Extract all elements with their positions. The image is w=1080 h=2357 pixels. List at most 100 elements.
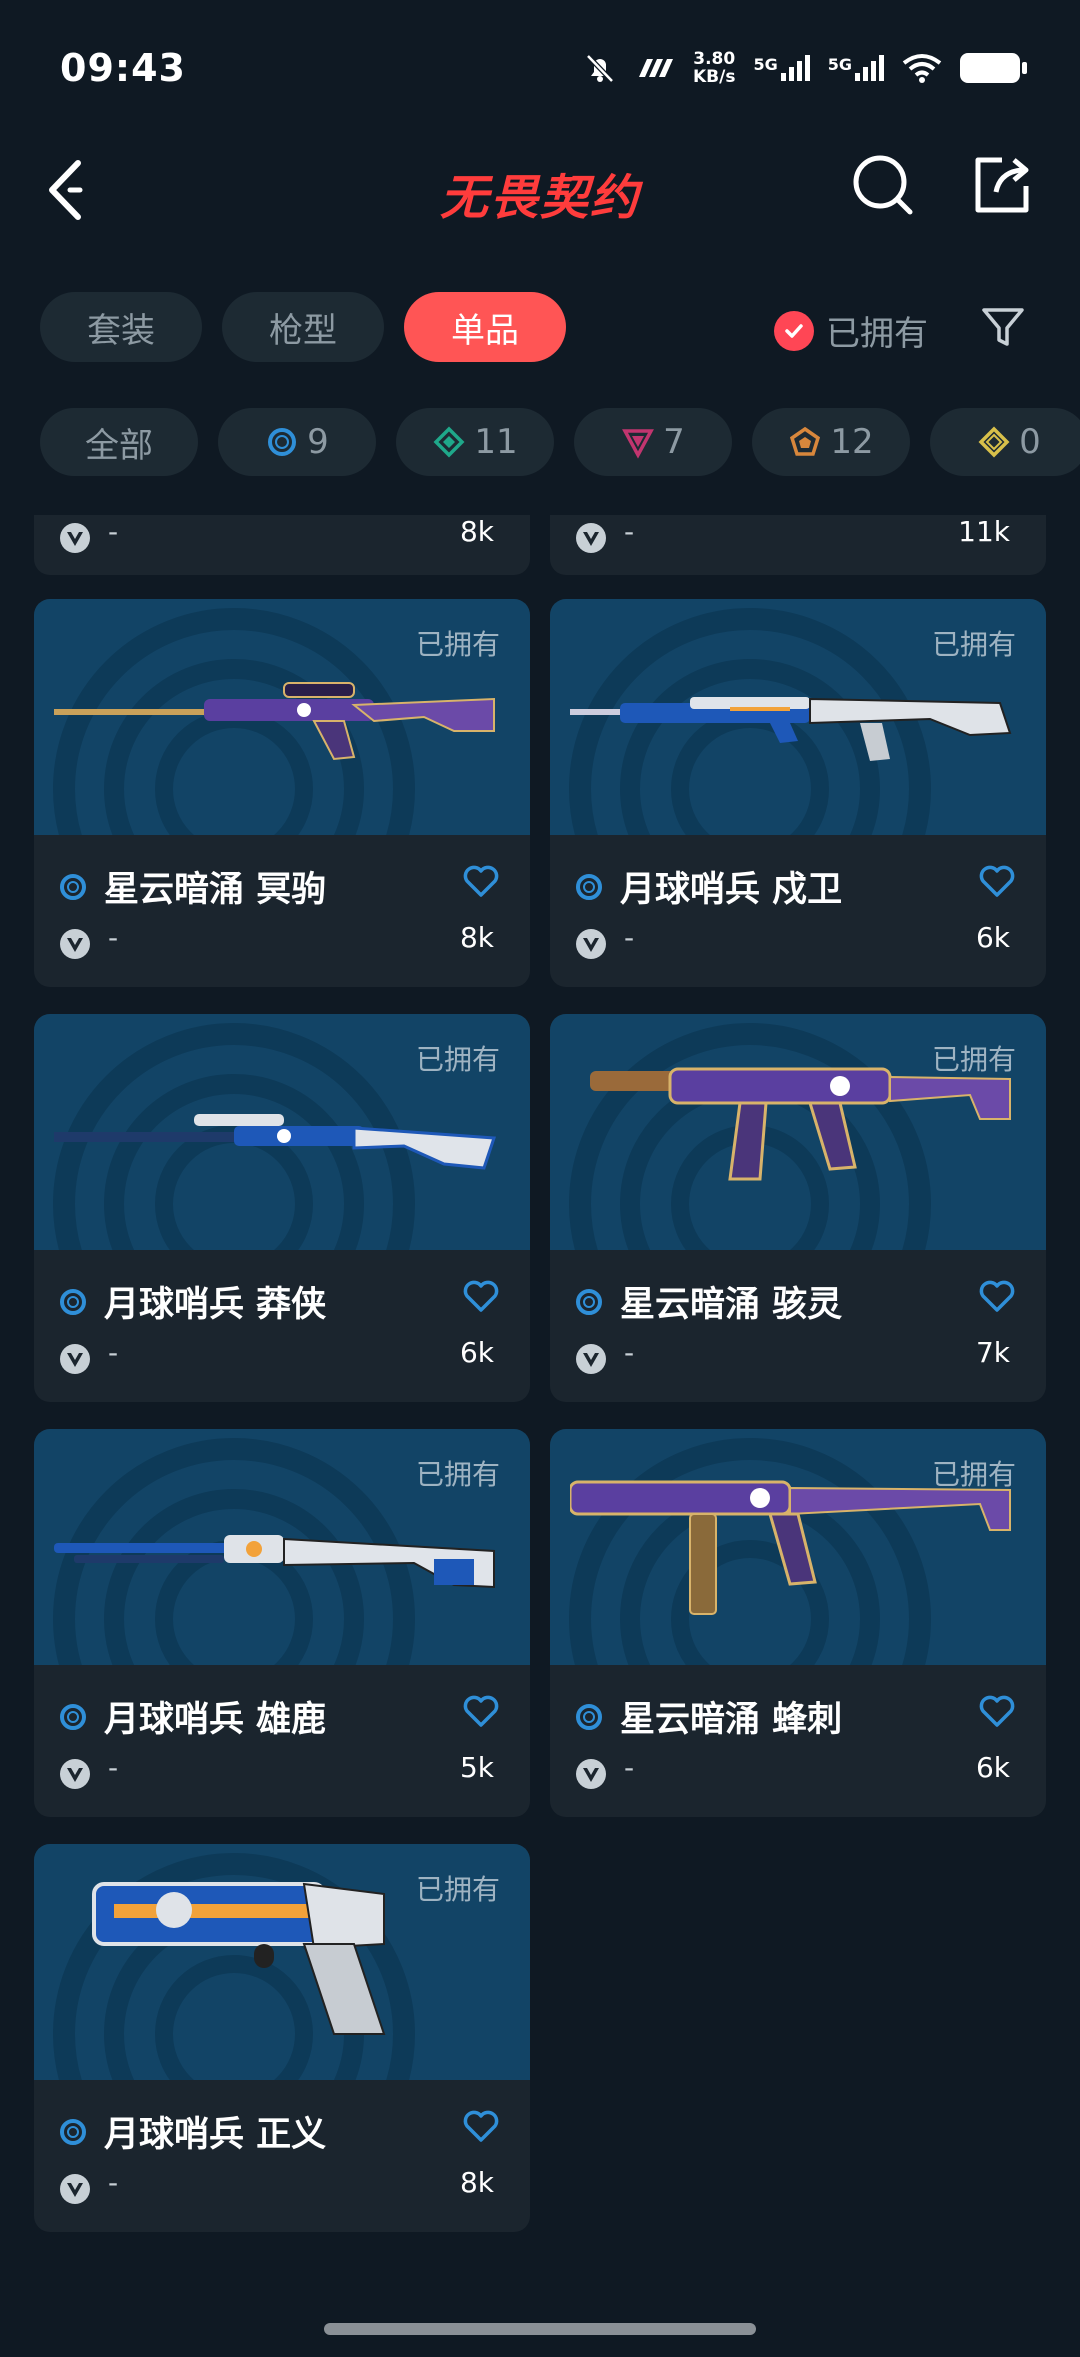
card-price: 8k xyxy=(459,2166,494,2199)
signal-1: 5G xyxy=(753,55,810,81)
tab-weapon-types[interactable]: 枪型 xyxy=(222,292,384,362)
owned-label: 已拥有 xyxy=(415,628,500,661)
status-icons: 3.80 KB/s 5G 5G xyxy=(583,49,1027,87)
skin-image: 已拥有 xyxy=(550,1429,1046,1665)
signal-2: 5G xyxy=(828,55,884,81)
valorant-points-icon xyxy=(60,2174,90,2204)
valorant-points-icon xyxy=(576,523,606,553)
card-name-row: 星云暗涌 冥驹 xyxy=(58,861,326,912)
select-tier-icon xyxy=(576,1288,602,1315)
signal-label: 5G xyxy=(827,55,852,74)
filter-button[interactable] xyxy=(980,304,1026,350)
skin-card[interactable]: 已拥有 星云暗涌 冥驹 - 8k xyxy=(34,599,530,987)
chip-count: 12 xyxy=(830,422,874,462)
battery-icon xyxy=(960,53,1027,83)
chip-count: 0 xyxy=(1019,422,1041,462)
select-tier-icon xyxy=(60,2118,86,2145)
card-dash: - xyxy=(108,1336,119,1369)
favorite-heart-icon[interactable] xyxy=(462,1693,500,1729)
skin-card-partial[interactable]: - 8k xyxy=(34,515,530,575)
owned-filter-label: 已拥有 xyxy=(826,314,928,354)
weapon-skin-image xyxy=(54,1499,504,1613)
favorite-heart-icon[interactable] xyxy=(978,863,1016,899)
tab-single-items[interactable]: 单品 xyxy=(404,292,566,362)
owned-label: 已拥有 xyxy=(931,628,1016,661)
skin-card[interactable]: 已拥有 月球哨兵 雄鹿 - 5k xyxy=(34,1429,530,1817)
tier-chip-all[interactable]: 全部 xyxy=(40,408,198,476)
card-dash: - xyxy=(624,921,635,954)
skin-card[interactable]: 已拥有星云暗涌 蜂刺 - 6k xyxy=(550,1429,1046,1817)
valorant-points-icon xyxy=(576,1344,606,1374)
card-dash: - xyxy=(624,1751,635,1784)
favorite-heart-icon[interactable] xyxy=(462,863,500,899)
skin-card[interactable]: 已拥有月球哨兵 正义 - 8k xyxy=(34,1844,530,2232)
select-tier-icon xyxy=(268,428,297,456)
valorant-points-icon xyxy=(576,929,606,959)
favorite-heart-icon[interactable] xyxy=(462,1278,500,1314)
card-price: 11k xyxy=(958,515,1010,548)
select-tier-icon xyxy=(576,873,602,900)
net-speed-value: 3.80 xyxy=(693,49,736,69)
valorant-points-icon xyxy=(60,523,90,553)
skin-card[interactable]: 已拥有 月球哨兵 莽侠 - 6k xyxy=(34,1014,530,1402)
card-name-row: 星云暗涌 蜂刺 xyxy=(574,1691,842,1742)
category-tabs: 套装 枪型 单品 xyxy=(40,292,566,362)
card-price: 7k xyxy=(975,1336,1010,1369)
tab-bundles[interactable]: 套装 xyxy=(40,292,202,362)
card-price: 6k xyxy=(975,921,1010,954)
valorant-points-icon xyxy=(576,1759,606,1789)
skin-image: 已拥有 xyxy=(34,1429,530,1665)
wifi-icon xyxy=(902,54,942,83)
skin-card[interactable]: 已拥有 月球哨兵 戍卫 - 6k xyxy=(550,599,1046,987)
home-indicator[interactable] xyxy=(324,2323,756,2335)
favorite-heart-icon[interactable] xyxy=(978,1693,1016,1729)
net-speed-unit: KB/s xyxy=(693,67,736,87)
skin-name: 月球哨兵 莽侠 xyxy=(104,1285,327,1325)
search-button[interactable] xyxy=(850,152,916,218)
chip-count: 11 xyxy=(474,422,518,462)
card-price: 8k xyxy=(459,515,494,548)
select-tier-icon xyxy=(60,873,86,900)
skin-card-partial[interactable]: - 11k xyxy=(550,515,1046,575)
tier-chip-select[interactable]: 9 xyxy=(218,408,376,476)
skin-image: 已拥有 xyxy=(550,599,1046,835)
tier-chip-exclusive[interactable]: 12 xyxy=(752,408,910,476)
card-dash: - xyxy=(624,515,635,548)
tier-filter-row: 全部 9 11 7 12 0 xyxy=(40,408,1080,476)
ultra-tier-icon xyxy=(978,426,1010,458)
owned-label: 已拥有 xyxy=(931,1043,1016,1076)
tier-chip-deluxe[interactable]: 11 xyxy=(396,408,554,476)
skin-card[interactable]: 已拥有星云暗涌 骇灵 - 7k xyxy=(550,1014,1046,1402)
app-badge-icon xyxy=(639,59,673,77)
app-logo: 无畏契约 xyxy=(439,170,640,226)
card-dash: - xyxy=(108,515,119,548)
favorite-heart-icon[interactable] xyxy=(978,1278,1016,1314)
card-dash: - xyxy=(624,1336,635,1369)
owned-label: 已拥有 xyxy=(415,1873,500,1906)
select-tier-icon xyxy=(60,1703,86,1730)
deluxe-tier-icon xyxy=(433,426,465,458)
tier-chip-premium[interactable]: 7 xyxy=(574,408,732,476)
tier-chip-ultra[interactable]: 0 xyxy=(930,408,1080,476)
share-button[interactable] xyxy=(968,152,1034,218)
favorite-heart-icon[interactable] xyxy=(462,2108,500,2144)
weapon-skin-image xyxy=(570,1059,1020,1233)
card-name-row: 星云暗涌 骇灵 xyxy=(574,1276,842,1327)
card-name-row: 月球哨兵 正义 xyxy=(58,2106,326,2157)
owned-filter-toggle[interactable]: 已拥有 xyxy=(774,306,928,355)
card-price: 6k xyxy=(975,1751,1010,1784)
weapon-skin-image xyxy=(570,669,1020,783)
valorant-points-icon xyxy=(60,1344,90,1374)
owned-label: 已拥有 xyxy=(415,1458,500,1491)
status-time: 09:43 xyxy=(60,46,186,90)
skin-image: 已拥有 xyxy=(34,599,530,835)
card-price: 8k xyxy=(459,921,494,954)
card-dash: - xyxy=(108,2166,119,2199)
skin-name: 月球哨兵 正义 xyxy=(104,2115,327,2155)
owned-label: 已拥有 xyxy=(415,1043,500,1076)
select-tier-icon xyxy=(576,1703,602,1730)
signal-bars-icon xyxy=(780,55,810,81)
valorant-points-icon xyxy=(60,1759,90,1789)
card-price: 5k xyxy=(459,1751,494,1784)
chip-count: 9 xyxy=(307,422,329,462)
